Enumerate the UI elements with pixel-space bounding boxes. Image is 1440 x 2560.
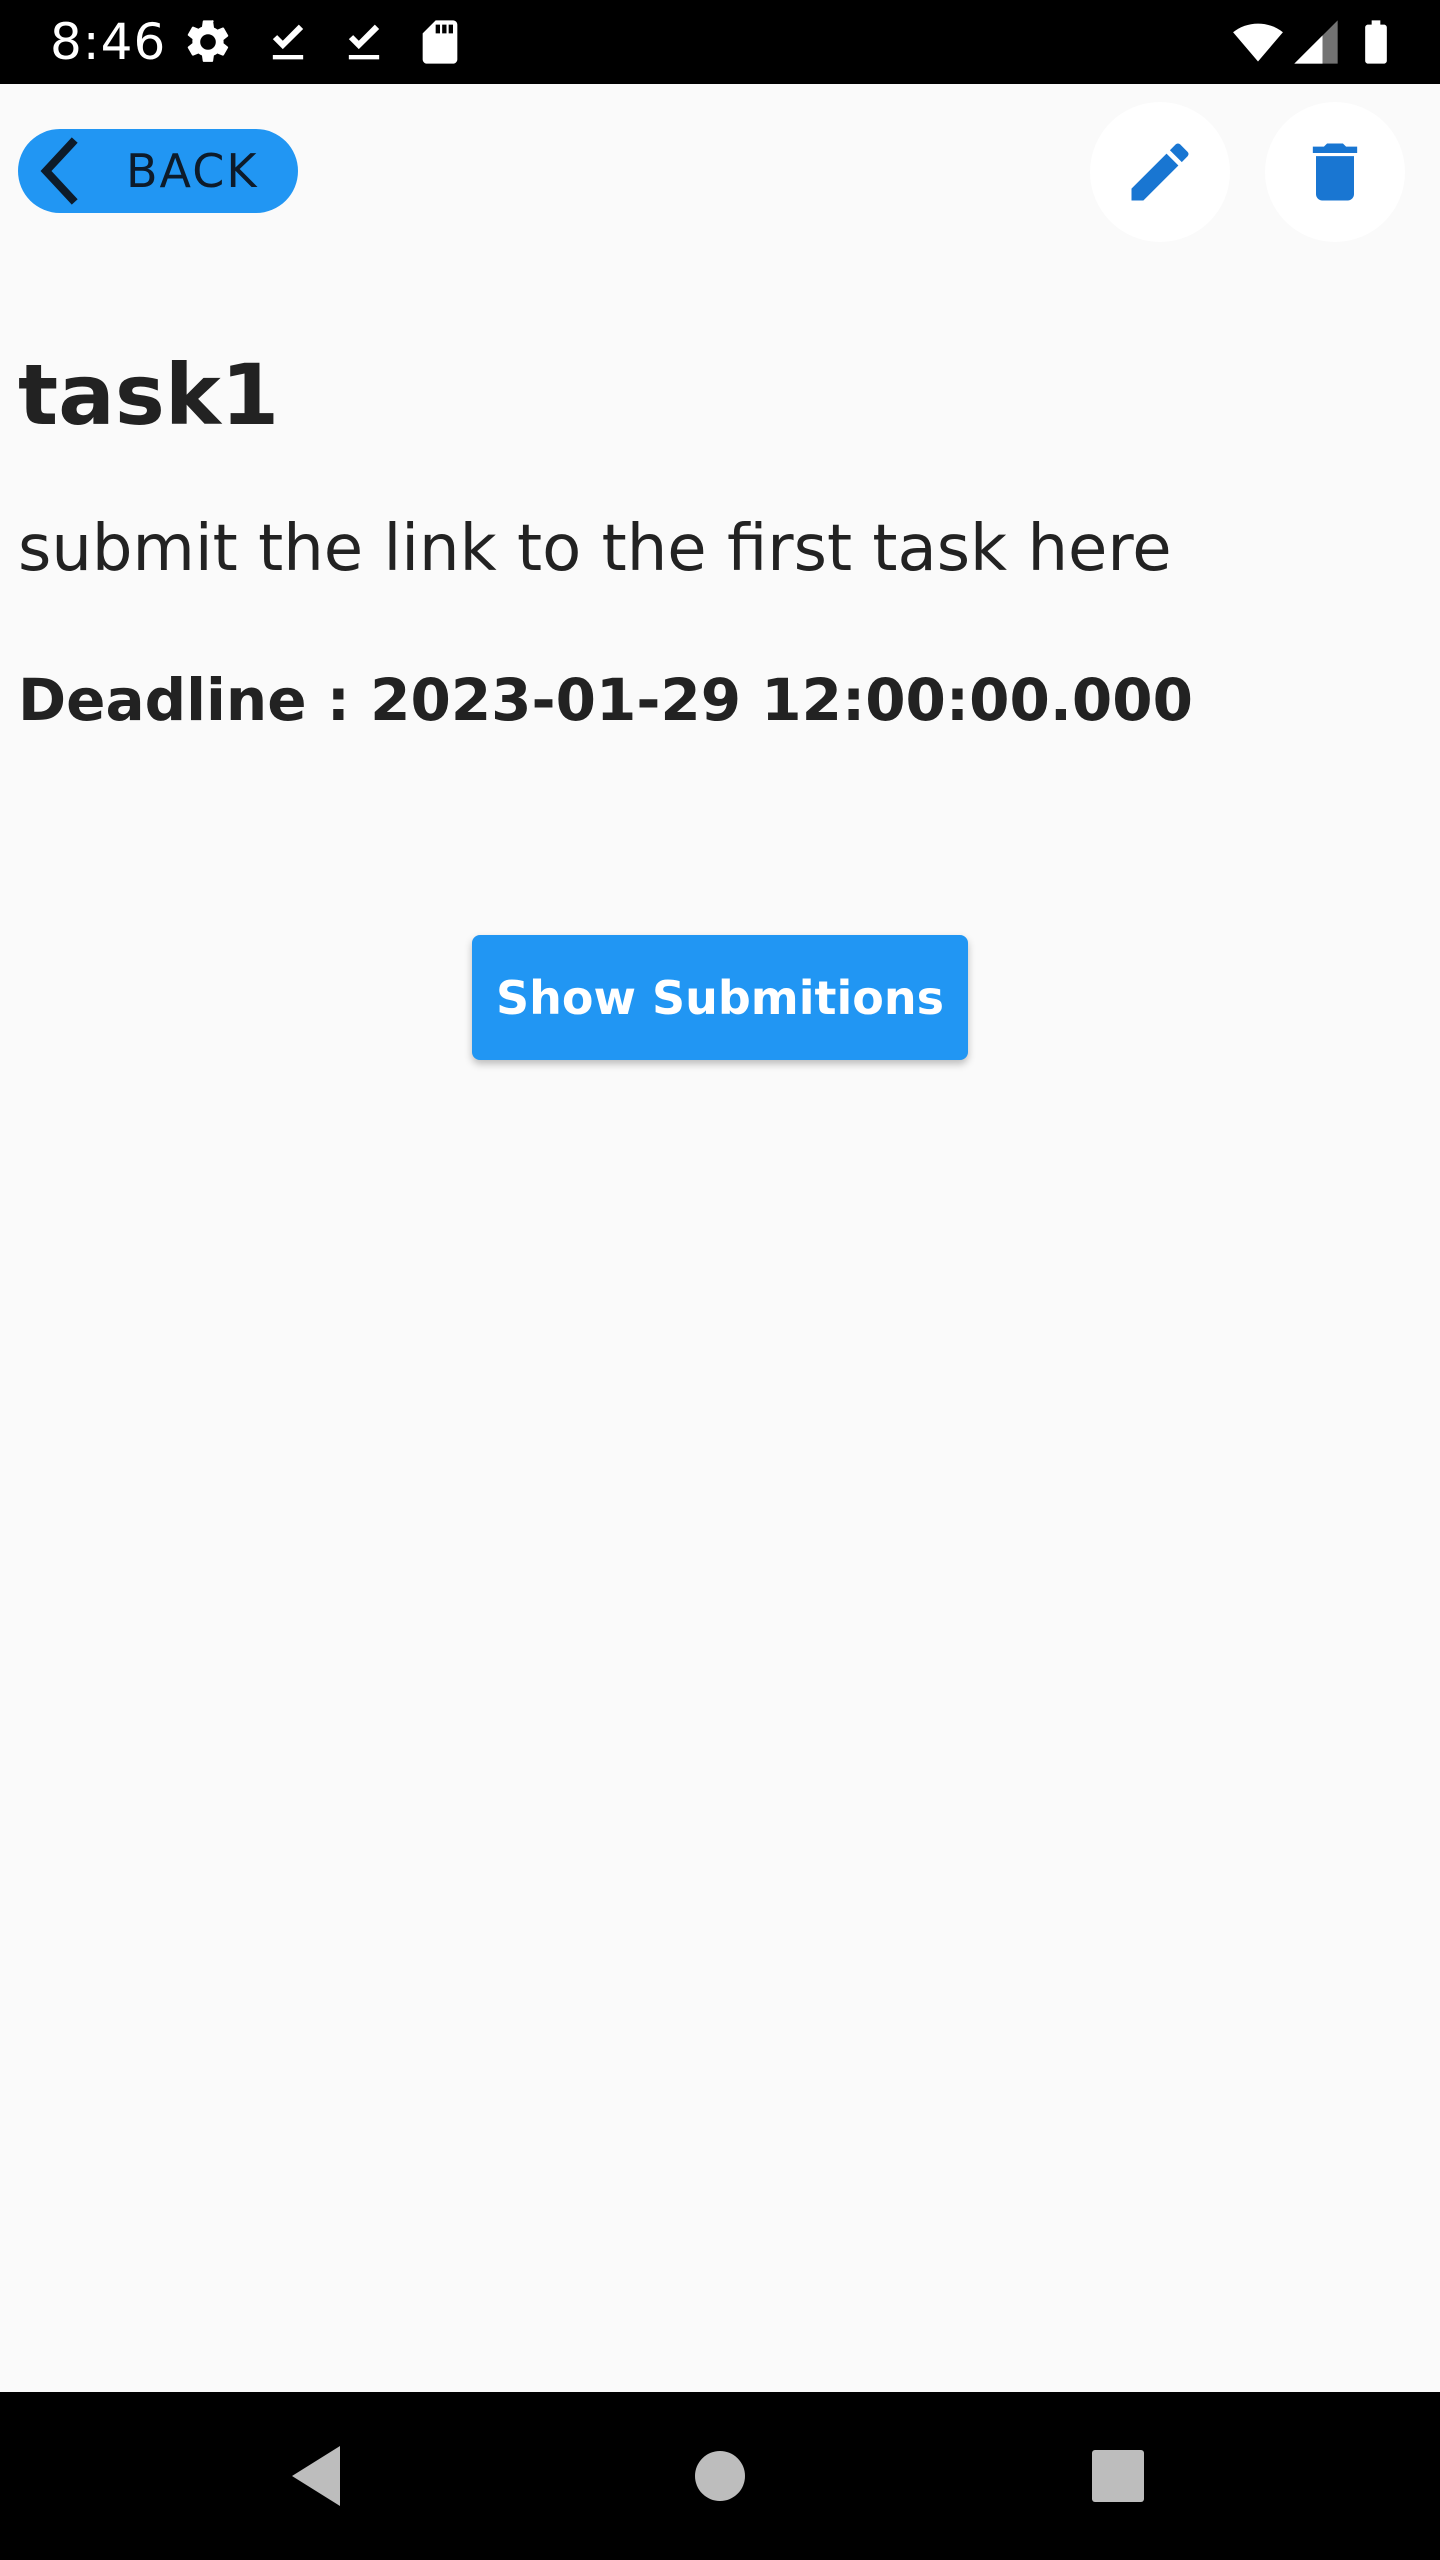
delete-icon (1312, 143, 1358, 201)
show-submissions-button[interactable]: Show Submitions (472, 935, 968, 1060)
status-time: 8:46 (50, 13, 167, 71)
wifi-icon (1233, 23, 1283, 62)
status-bar: 8:46 (0, 0, 1440, 84)
cellular-signal-icon (1294, 20, 1338, 64)
home-circle-icon[interactable] (680, 2436, 760, 2516)
recents-square-icon[interactable] (1078, 2436, 1158, 2516)
navigation-bar (0, 2392, 1440, 2560)
edit-button[interactable] (1090, 102, 1230, 242)
task-description: submit the link to the first task here (18, 512, 1172, 586)
task-deadline: Deadline : 2023-01-29 12:00:00.000 (18, 666, 1193, 734)
back-button-label: BACK (126, 144, 259, 198)
battery-icon (1365, 20, 1387, 64)
task-title: task1 (18, 346, 280, 444)
gear-icon (187, 20, 229, 62)
back-triangle-icon[interactable] (278, 2436, 358, 2516)
download-done-icon (272, 24, 304, 60)
edit-icon (1131, 143, 1189, 201)
back-button[interactable]: BACK (18, 129, 298, 213)
sd-card-icon (422, 20, 458, 64)
chevron-left-icon (40, 137, 78, 205)
download-done-icon (348, 24, 380, 60)
delete-button[interactable] (1265, 102, 1405, 242)
